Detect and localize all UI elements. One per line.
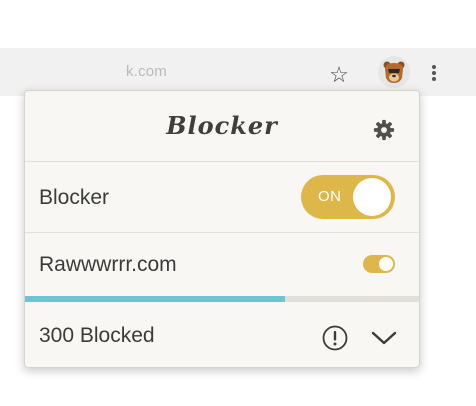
star-icon[interactable]: ☆	[326, 62, 352, 88]
blocker-popup: Blocker Blocker ON Rawwwrrr.com 300 Bloc…	[24, 90, 420, 368]
address-text: k.com	[126, 63, 168, 80]
blocker-logo: Blocker	[166, 111, 278, 140]
master-toggle-label: Blocker	[39, 186, 110, 209]
exclamation-circle-icon[interactable]	[322, 325, 348, 351]
address-bar[interactable]: k.com ☆	[0, 56, 362, 88]
toggle-knob	[379, 257, 393, 271]
popup-header: Blocker	[25, 91, 419, 162]
site-label: Rawwwrrr.com	[39, 253, 177, 276]
master-toggle[interactable]: ON	[301, 175, 395, 219]
blocked-count-row[interactable]: 300 Blocked	[25, 302, 419, 367]
site-toggle-row: Rawwwrrr.com	[25, 233, 419, 295]
toggle-state-text: ON	[318, 188, 342, 205]
site-toggle[interactable]	[363, 255, 395, 273]
gear-icon[interactable]	[373, 119, 395, 141]
master-toggle-row: Blocker ON	[25, 162, 419, 233]
blocked-count-label: 300 Blocked	[39, 324, 155, 347]
chevron-down-icon[interactable]	[371, 329, 397, 347]
extension-button[interactable]	[378, 56, 410, 88]
browser-toolbar: k.com ☆	[0, 48, 476, 96]
bear-icon	[383, 61, 405, 83]
kebab-menu-icon[interactable]	[424, 56, 444, 88]
toggle-knob	[353, 178, 391, 216]
